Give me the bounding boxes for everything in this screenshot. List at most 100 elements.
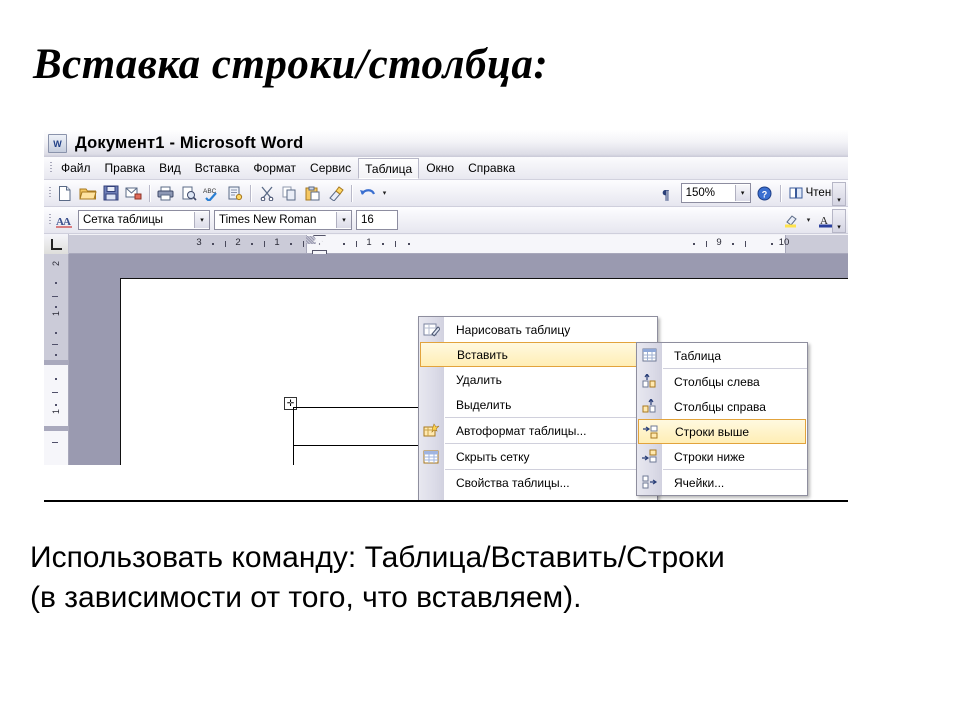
submenu-item-columns-left[interactable]: Столбцы слева [637, 369, 807, 394]
submenu-item-cells[interactable]: Ячейки... [637, 470, 807, 495]
vertical-ruler[interactable]: 2 1 1 [44, 254, 69, 465]
paste-clipboard-icon[interactable] [302, 183, 323, 204]
research-icon[interactable] [224, 183, 245, 204]
slide-caption: Использовать команду: Таблица/Вставить/С… [30, 538, 930, 618]
menu-insert-label: Вставка [194, 161, 240, 175]
toolbar-separator [779, 184, 781, 202]
vruler-number: 1 [51, 408, 61, 414]
zoom-dropdown-icon[interactable]: ▾ [734, 185, 750, 201]
caption-line-1: Использовать команду: Таблица/Вставить/С… [30, 541, 725, 574]
new-document-icon[interactable] [54, 183, 75, 204]
menu-tools-label: Сервис [310, 161, 352, 175]
menubar-grip[interactable] [47, 157, 54, 179]
menu-view[interactable]: Вид [152, 157, 188, 179]
submenu-item-label: Столбцы справа [674, 399, 766, 414]
slide-page: Вставка строки/столбца: W Документ1 - Mi… [0, 0, 960, 720]
insert-cells-icon [639, 472, 660, 493]
vruler-number: 2 [51, 260, 61, 266]
menu-help-label: Справка [468, 161, 516, 175]
page-title: Вставка строки/столбца: [33, 41, 549, 88]
insert-submenu[interactable]: Таблица Столбцы слева Столбцы справа Стр… [636, 342, 808, 496]
submenu-item-table[interactable]: Таблица [637, 343, 807, 368]
menu-item-label: Скрыть сетку [456, 449, 530, 464]
left-tab-stop-icon[interactable] [44, 234, 69, 254]
cut-scissors-icon[interactable] [256, 183, 277, 204]
help-question-icon[interactable]: ? [754, 183, 775, 204]
submenu-item-label: Строки ниже [674, 449, 745, 464]
menu-bar: Файл Правка Вид Вставка Формат Сервис Та… [44, 157, 848, 180]
standard-toolbar-grip[interactable] [46, 187, 53, 199]
draw-table-icon [421, 319, 442, 340]
submenu-item-label: Ячейки... [674, 475, 725, 490]
style-dropdown-icon[interactable]: ▾ [194, 212, 209, 228]
toolbar-separator [351, 184, 352, 202]
spelling-check-icon[interactable]: ABC [201, 183, 222, 204]
vruler-number: 1 [51, 310, 61, 316]
chevron-double-down-icon[interactable]: ⌄ [419, 495, 657, 500]
font-combo[interactable]: Times New Roman ▾ [214, 210, 352, 230]
save-disk-icon[interactable] [100, 183, 121, 204]
toolbar-separator [149, 184, 150, 202]
submenu-item-label: Столбцы слева [674, 374, 760, 389]
menu-item-draw-table[interactable]: Нарисовать таблицу [419, 317, 657, 342]
menu-item-label: Выделить [456, 397, 512, 412]
insert-table-icon [639, 345, 660, 366]
undo-arrow-icon[interactable] [357, 183, 378, 204]
window-titlebar: W Документ1 - Microsoft Word [44, 130, 848, 157]
menu-item-delete[interactable]: Удалить [419, 367, 657, 392]
undo-dropdown-icon[interactable]: ▾ [379, 183, 390, 204]
menu-format[interactable]: Формат [246, 157, 303, 179]
horizontal-ruler-row: 3 2 1 1 9 10 [44, 234, 848, 256]
print-icon[interactable] [155, 183, 176, 204]
caption-line-2: (в зависимости от того, что вставляем). [30, 581, 582, 614]
print-preview-icon[interactable] [178, 183, 199, 204]
copy-icon[interactable] [279, 183, 300, 204]
menu-item-select[interactable]: Выделить [419, 392, 657, 417]
horizontal-ruler[interactable]: 3 2 1 1 9 10 [69, 234, 848, 256]
menu-file[interactable]: Файл [54, 157, 98, 179]
menu-item-insert[interactable]: Вставить [420, 342, 656, 367]
book-reading-icon [789, 187, 803, 199]
toolbar-separator [250, 184, 251, 202]
highlight-dropdown-icon[interactable]: ▾ [803, 210, 814, 231]
svg-text:A: A [63, 216, 71, 228]
insert-rows-above-icon [640, 422, 661, 443]
table-menu-dropdown[interactable]: Нарисовать таблицу Вставить Удалить Выде… [418, 316, 658, 500]
insert-rows-below-icon [639, 446, 660, 467]
menu-item-label: Автоформат таблицы... [456, 423, 587, 438]
submenu-item-columns-right[interactable]: Столбцы справа [637, 394, 807, 419]
menu-window[interactable]: Окно [419, 157, 461, 179]
pilcrow-icon[interactable]: ¶ [657, 183, 678, 204]
menu-insert[interactable]: Вставка [188, 157, 247, 179]
submenu-item-rows-below[interactable]: Строки ниже [637, 444, 807, 469]
email-icon[interactable] [123, 183, 144, 204]
menu-tools[interactable]: Сервис [303, 157, 358, 179]
menu-table[interactable]: Таблица [358, 158, 420, 179]
menu-item-table-properties[interactable]: Свойства таблицы... [419, 470, 657, 495]
font-dropdown-icon[interactable]: ▾ [336, 212, 351, 228]
font-size-combo[interactable]: 16 [356, 210, 398, 230]
menu-help[interactable]: Справка [461, 157, 522, 179]
menu-item-hide-gridlines[interactable]: Скрыть сетку [419, 444, 657, 469]
standard-toolbar-options-icon[interactable]: ▾ [832, 182, 846, 206]
insert-columns-left-icon [639, 371, 660, 392]
autoformat-table-icon [421, 420, 442, 441]
style-combo[interactable]: Сетка таблицы ▾ [78, 210, 210, 230]
menu-edit[interactable]: Правка [98, 157, 153, 179]
menu-item-autoformat[interactable]: Автоформат таблицы... [419, 418, 657, 443]
window-title: Документ1 - Microsoft Word [75, 134, 304, 152]
submenu-item-rows-above[interactable]: Строки выше [638, 419, 806, 444]
standard-toolbar: ABC ▾ ¶ 150% ▾ ? Чтение ▾ [44, 180, 848, 207]
styles-and-formatting-icon[interactable]: AA [54, 210, 75, 231]
ruler-number: 10 [778, 237, 790, 248]
style-value: Сетка таблицы [83, 214, 164, 226]
menu-table-label: Таблица [365, 161, 413, 176]
menu-window-label: Окно [426, 161, 455, 175]
highlight-color-icon[interactable] [781, 210, 802, 231]
formatting-toolbar-options-icon[interactable]: ▾ [832, 209, 846, 233]
zoom-combo[interactable]: 150% ▾ [680, 183, 751, 203]
format-painter-icon[interactable] [325, 183, 346, 204]
menu-item-label: Нарисовать таблицу [456, 322, 571, 337]
formatting-toolbar-grip[interactable] [46, 214, 53, 226]
open-folder-icon[interactable] [77, 183, 98, 204]
